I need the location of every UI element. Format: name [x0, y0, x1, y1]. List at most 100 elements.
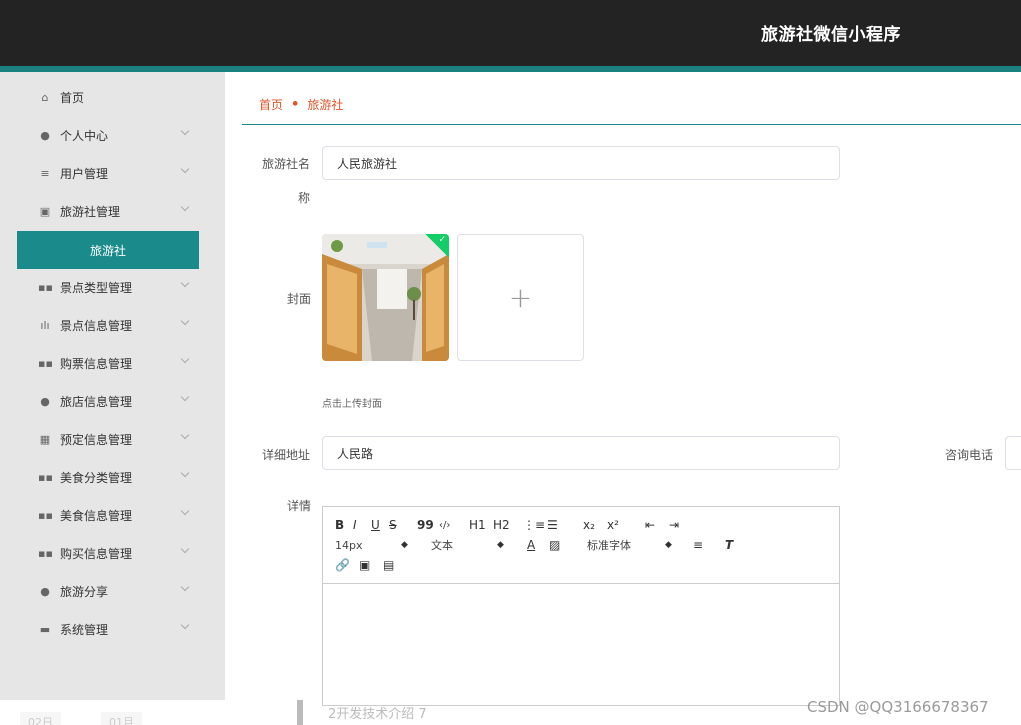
toolbar-row-style: 14px ◆ 文本 ◆ A ▨ 标准字体 ◆ ≡ T [335, 535, 827, 555]
sidebar-item-spot-types[interactable]: ▪▪ 景点类型管理 [18, 268, 200, 306]
sidebar-item-label: 旅游分享 [60, 584, 109, 599]
upload-success-icon: ✓ [425, 234, 449, 258]
user-icon: ● [40, 584, 50, 598]
breadcrumb: 首页 ⚫ 旅游社 [259, 96, 343, 113]
font-size-arrows-icon[interactable]: ◆ [401, 540, 431, 550]
sidebar-item-label: 预定信息管理 [60, 432, 133, 447]
grid-icon: ▪▪ [38, 280, 53, 294]
bullet-list-button[interactable]: ☰ [547, 518, 583, 532]
chevron-down-icon [180, 468, 190, 478]
cover-image[interactable]: ✓ [322, 234, 449, 361]
address-label: 详细地址 [262, 448, 311, 462]
sidebar-item-bookings[interactable]: ▦ 预定信息管理 [18, 420, 200, 458]
font-family-select[interactable]: 标准字体 [587, 537, 665, 553]
editor-toolbar: B I U S 99 ‹/› H1 H2 ⋮≡ ☰ x₂ x² ⇤ ⇥ 14px… [323, 507, 839, 584]
superscript-button[interactable]: x² [607, 518, 645, 532]
watermark: CSDN @QQ3166678367 [807, 698, 989, 716]
chevron-down-icon [180, 164, 190, 174]
ordered-list-button[interactable]: ⋮≡ [523, 518, 547, 532]
sidebar-item-spot-info[interactable]: ılı 景点信息管理 [18, 306, 200, 344]
sidebar-item-label: 个人中心 [60, 128, 109, 143]
sidebar-item-hotels[interactable]: ● 旅店信息管理 [18, 382, 200, 420]
image-icon[interactable]: ▣ [359, 558, 383, 572]
chevron-down-icon [180, 430, 190, 440]
cover-upload-hint: 点击上传封面 [322, 399, 382, 410]
sidebar-item-agency[interactable]: ▣ 旅游社管理 [18, 192, 200, 230]
sidebar-subitem-agency[interactable]: 旅游社 [17, 231, 199, 269]
sidebar-item-label: 旅店信息管理 [60, 394, 133, 409]
format-select[interactable]: 文本 [431, 537, 497, 553]
list-icon: ≡ [40, 166, 50, 180]
calendar-icon: ▦ [39, 432, 51, 446]
phone-input[interactable] [1005, 436, 1021, 470]
sidebar-item-label: 系统管理 [60, 622, 109, 637]
heading2-button[interactable]: H2 [493, 518, 523, 532]
italic-button[interactable]: I [353, 518, 371, 532]
sidebar-item-system[interactable]: ▬ 系统管理 [18, 610, 200, 648]
align-icon[interactable]: ≡ [693, 538, 725, 552]
format-arrows-icon[interactable]: ◆ [497, 540, 527, 550]
agency-name-label-wrap: 称 [298, 191, 311, 205]
agency-name-input[interactable]: 人民旅游社 [322, 146, 840, 180]
sidebar-item-label: 旅游社管理 [60, 204, 121, 219]
chevron-down-icon [180, 582, 190, 592]
sidebar-item-tickets[interactable]: ▪▪ 购票信息管理 [18, 344, 200, 382]
sidebar-item-profile[interactable]: ● 个人中心 [18, 116, 200, 154]
outdent-button[interactable]: ⇤ [645, 518, 669, 532]
phone-label: 咨询电话 [945, 448, 994, 462]
sidebar-item-purchases[interactable]: ▪▪ 购买信息管理 [18, 534, 200, 572]
agency-name-label: 旅游社名 [262, 157, 311, 171]
chevron-down-icon [180, 506, 190, 516]
font-size-select[interactable]: 14px [335, 539, 401, 552]
editor-content-area[interactable] [323, 584, 839, 706]
font-color-icon[interactable]: A [527, 538, 549, 552]
cover-label: 封面 [287, 292, 312, 306]
address-input[interactable]: 人民路 [322, 436, 840, 470]
settings-icon: ▬ [39, 622, 51, 636]
chevron-down-icon [180, 620, 190, 630]
sidebar-item-users[interactable]: ≡ 用户管理 [18, 154, 200, 192]
footer-bar [297, 700, 303, 725]
link-icon[interactable]: 🔗 [335, 558, 359, 572]
bottom-tab-day: 02日 [20, 712, 61, 725]
sidebar-item-food-info[interactable]: ▪▪ 美食信息管理 [18, 496, 200, 534]
blockquote-button[interactable]: 99 [417, 518, 439, 532]
location-icon: ● [40, 394, 50, 408]
indent-button[interactable]: ⇥ [669, 518, 689, 532]
sidebar-item-label: 用户管理 [60, 166, 109, 181]
clear-format-icon[interactable]: T [725, 538, 733, 552]
upload-cover-button[interactable]: + [457, 234, 584, 361]
chevron-down-icon [180, 126, 190, 136]
sidebar-item-share[interactable]: ● 旅游分享 [18, 572, 200, 610]
grid-icon: ▪▪ [38, 470, 53, 484]
top-header: 旅游社微信小程序 [0, 0, 1021, 66]
sidebar: ⌂ 首页 ● 个人中心 ≡ 用户管理 ▣ 旅游社管理 旅游社 ▪▪ 景点类型管理… [0, 72, 225, 700]
toolbar-row-format: B I U S 99 ‹/› H1 H2 ⋮≡ ☰ x₂ x² ⇤ ⇥ [335, 515, 827, 535]
toolbar-row-insert: 🔗 ▣ ▤ [335, 555, 827, 575]
heading1-button[interactable]: H1 [469, 518, 493, 532]
sidebar-item-label: 美食分类管理 [60, 470, 133, 485]
rich-text-editor: B I U S 99 ‹/› H1 H2 ⋮≡ ☰ x₂ x² ⇤ ⇥ 14px… [322, 506, 840, 706]
video-icon[interactable]: ▤ [383, 558, 407, 572]
bar-chart-icon: ılı [40, 318, 50, 332]
breadcrumb-home[interactable]: 首页 [259, 96, 283, 113]
chevron-down-icon [180, 278, 190, 288]
home-icon: ⌂ [41, 90, 49, 104]
grid-icon: ▪▪ [38, 546, 53, 560]
chevron-down-icon [180, 544, 190, 554]
sidebar-item-home[interactable]: ⌂ 首页 [18, 78, 200, 116]
subscript-button[interactable]: x₂ [583, 518, 607, 532]
breadcrumb-separator-icon: ⚫ [291, 99, 300, 110]
font-family-arrows-icon[interactable]: ◆ [665, 540, 693, 550]
sidebar-item-label: 美食信息管理 [60, 508, 133, 523]
footer-text: 2开发技术介绍 7 [328, 707, 427, 722]
sidebar-item-food-categories[interactable]: ▪▪ 美食分类管理 [18, 458, 200, 496]
grid-icon: ▪▪ [38, 508, 53, 522]
breadcrumb-current: 旅游社 [307, 98, 344, 112]
chevron-down-icon [180, 392, 190, 402]
strike-button[interactable]: S [389, 518, 417, 532]
bold-button[interactable]: B [335, 518, 353, 532]
underline-button[interactable]: U [371, 518, 389, 532]
background-color-icon[interactable]: ▨ [549, 538, 587, 552]
code-block-button[interactable]: ‹/› [439, 520, 469, 531]
